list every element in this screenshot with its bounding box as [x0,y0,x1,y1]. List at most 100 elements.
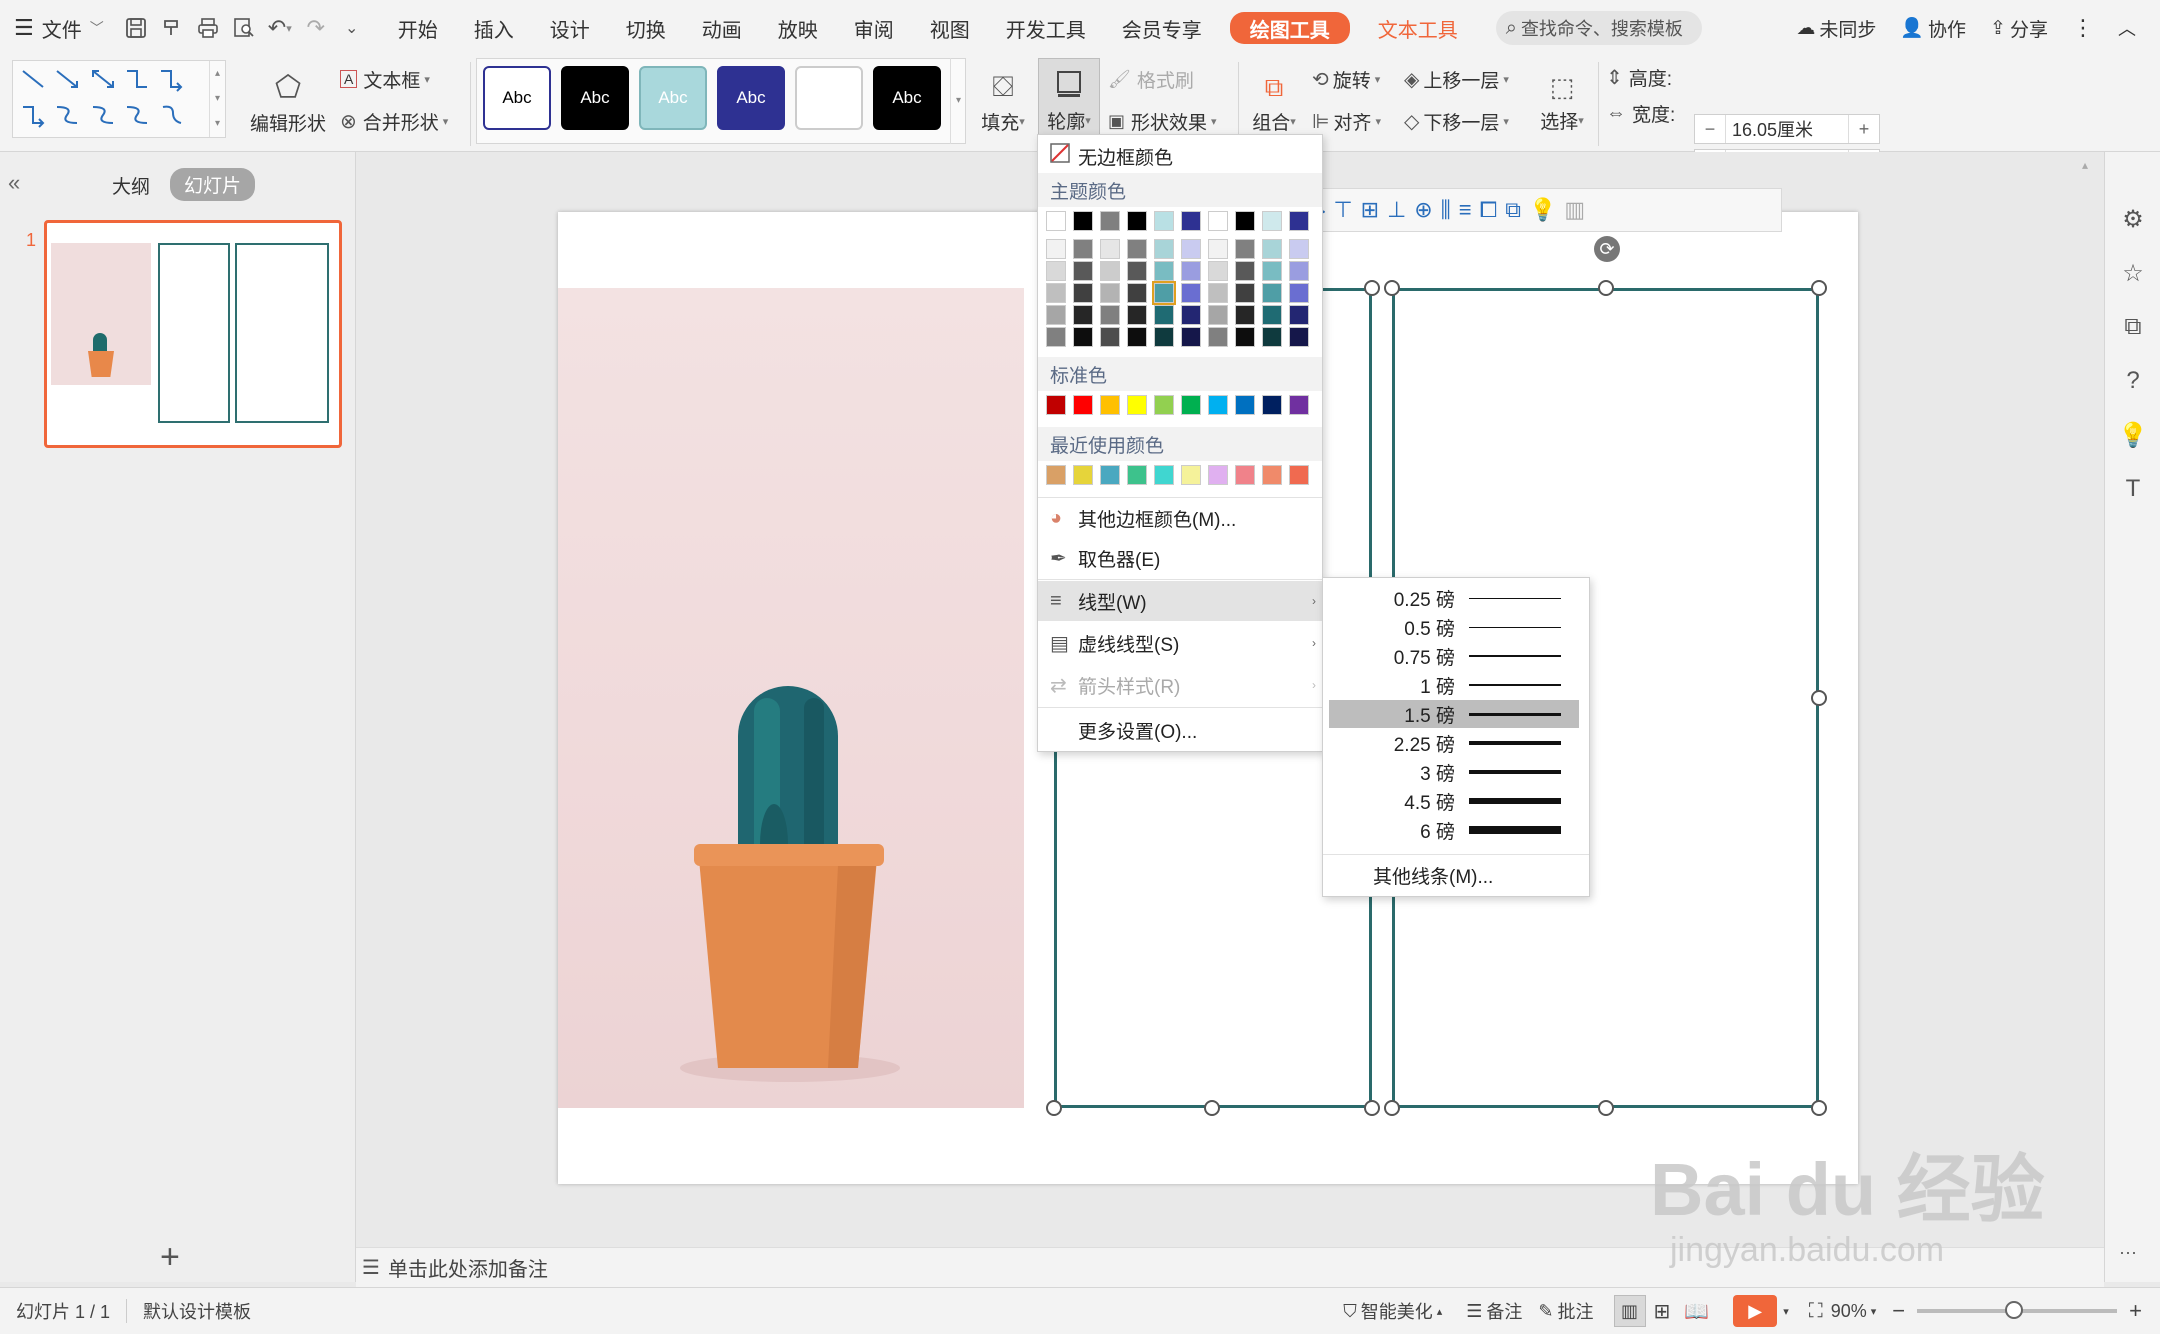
standard-color-swatch[interactable] [1073,395,1093,415]
recent-color-swatch[interactable] [1181,465,1201,485]
theme-color-swatch[interactable] [1100,211,1120,231]
add-slide-button[interactable]: + [160,1238,180,1277]
theme-color-swatch[interactable] [1154,305,1174,325]
theme-color-swatch[interactable] [1100,283,1120,303]
tab-design[interactable]: 设计 [532,0,608,56]
tab-animations[interactable]: 动画 [684,0,760,56]
collapse-panel-icon[interactable]: « [8,170,20,196]
theme-color-swatch[interactable] [1127,327,1147,347]
zoom-level[interactable]: 90% [1831,1301,1867,1322]
tab-review[interactable]: 审阅 [836,0,912,56]
theme-color-swatch[interactable] [1262,211,1282,231]
sidebar-scrollbar[interactable]: ▴ [2077,158,2093,1218]
undo-icon[interactable]: ↶ ▾ [262,0,298,56]
no-border-color-item[interactable]: 无边框颜色 [1050,137,1173,175]
theme-color-swatch[interactable] [1127,261,1147,281]
recent-color-swatch[interactable] [1154,465,1174,485]
line-width-option[interactable]: 1 磅 [1329,671,1579,699]
theme-color-swatch[interactable] [1235,283,1255,303]
tab-slideshow[interactable]: 放映 [760,0,836,56]
recent-color-swatch[interactable] [1208,465,1228,485]
redo-icon[interactable]: ↷ [298,0,334,56]
theme-color-swatch[interactable] [1262,283,1282,303]
bring-forward-button[interactable]: ◈ 上移一层 ▾ [1404,62,1509,96]
theme-color-swatch[interactable] [1289,305,1309,325]
theme-color-swatch[interactable] [1235,327,1255,347]
theme-color-swatch[interactable] [1046,283,1066,303]
template-name[interactable]: 默认设计模板 [143,1298,251,1324]
sync-button[interactable]: ☁ 未同步 [1784,0,1888,56]
theme-color-swatch[interactable] [1127,283,1147,303]
tab-member[interactable]: 会员专享 [1104,0,1220,56]
theme-color-swatch[interactable] [1262,327,1282,347]
theme-color-swatch[interactable] [1073,239,1093,259]
recent-color-swatch[interactable] [1262,465,1282,485]
chevron-down-icon[interactable]: ▾ [1783,1305,1789,1318]
tab-insert[interactable]: 插入 [456,0,532,56]
tab-home[interactable]: 开始 [380,0,456,56]
text-icon[interactable]: T [2105,462,2160,516]
theme-color-swatch[interactable] [1235,239,1255,259]
theme-color-swatch[interactable] [1208,239,1228,259]
grid-view-icon[interactable]: ⊞ [1654,1299,1671,1324]
more-options-icon[interactable]: ⋮ [2060,0,2106,56]
line-width-option[interactable]: 6 磅 [1329,816,1579,844]
collapse-ribbon-icon[interactable]: ︿ [2106,0,2160,56]
height-increase-button[interactable]: + [1849,119,1879,140]
format-painter-icon[interactable] [154,0,190,56]
theme-color-swatch[interactable] [1127,305,1147,325]
theme-color-swatch[interactable] [1154,327,1174,347]
resize-handle[interactable] [1046,1100,1062,1116]
style-preset-1[interactable]: Abc [483,66,551,130]
style-preset-5[interactable] [795,66,863,130]
theme-color-swatch[interactable] [1181,239,1201,259]
theme-color-swatch[interactable] [1262,261,1282,281]
customize-toolbar-icon[interactable]: ⌄ [334,0,370,56]
more-lines-item[interactable]: 其他线条(M)... [1373,862,1493,889]
theme-color-swatch[interactable] [1181,261,1201,281]
transition-icon[interactable]: ⧉ [2105,300,2160,354]
style-gallery-scroll[interactable]: ▾ [950,58,966,144]
line-width-option[interactable]: 0.5 磅 [1329,613,1579,641]
comments-button[interactable]: ✎ 批注 [1538,1298,1593,1324]
properties-icon[interactable]: ⚙ [2105,192,2160,246]
theme-color-swatch[interactable] [1100,305,1120,325]
recent-color-swatch[interactable] [1046,465,1066,485]
theme-color-swatch[interactable] [1073,261,1093,281]
merge-shape-button[interactable]: ⊗ 合并形状 ▾ [340,104,448,138]
distribute-horizontal-icon[interactable]: ⫼ [1441,197,1451,223]
recent-color-swatch[interactable] [1289,465,1309,485]
notes-toggle-button[interactable]: ☰ 备注 [1466,1298,1522,1324]
style-preset-6[interactable]: Abc [873,66,941,130]
more-settings-item[interactable]: 更多设置(O)... [1050,711,1197,749]
format-painter-button[interactable]: 🖌 格式刷 [1108,62,1194,96]
style-preset-2[interactable]: Abc [561,66,629,130]
tab-drawing-tools[interactable]: 绘图工具 [1229,12,1350,44]
idea-icon[interactable]: 💡 [2105,408,2160,462]
share-button[interactable]: ⇪ 分享 [1978,0,2060,56]
zoom-slider[interactable] [1917,1301,2118,1319]
theme-color-swatch[interactable] [1046,327,1066,347]
theme-color-swatch[interactable] [1235,261,1255,281]
zoom-slider-thumb[interactable] [2005,1301,2024,1319]
theme-color-swatch[interactable] [1181,327,1201,347]
more-border-colors-item[interactable]: ◕ 其他边框颜色(M)... [1050,499,1236,537]
reading-view-icon[interactable]: 📖 [1684,1299,1709,1324]
standard-color-swatch[interactable] [1046,395,1066,415]
theme-color-swatch[interactable] [1289,283,1309,303]
theme-color-swatch[interactable] [1181,211,1201,231]
align-middle-icon[interactable]: ⊞ [1361,197,1379,223]
theme-color-swatch[interactable] [1289,327,1309,347]
line-width-option[interactable]: 3 磅 [1329,758,1579,786]
arrow-style-item[interactable]: ⇄ 箭头样式(R) › [1050,666,1316,704]
theme-color-swatch[interactable] [1208,261,1228,281]
zoom-out-button[interactable]: − [1892,1298,1905,1324]
help-icon[interactable]: ? [2105,354,2160,408]
theme-color-swatch[interactable] [1100,239,1120,259]
recent-color-swatch[interactable] [1100,465,1120,485]
collab-button[interactable]: 👤 协作 [1888,0,1978,56]
line-width-option[interactable]: 0.75 磅 [1329,642,1579,670]
resize-handle[interactable] [1811,280,1827,296]
recent-color-swatch[interactable] [1235,465,1255,485]
tab-text-tools[interactable]: 文本工具 [1360,0,1476,56]
